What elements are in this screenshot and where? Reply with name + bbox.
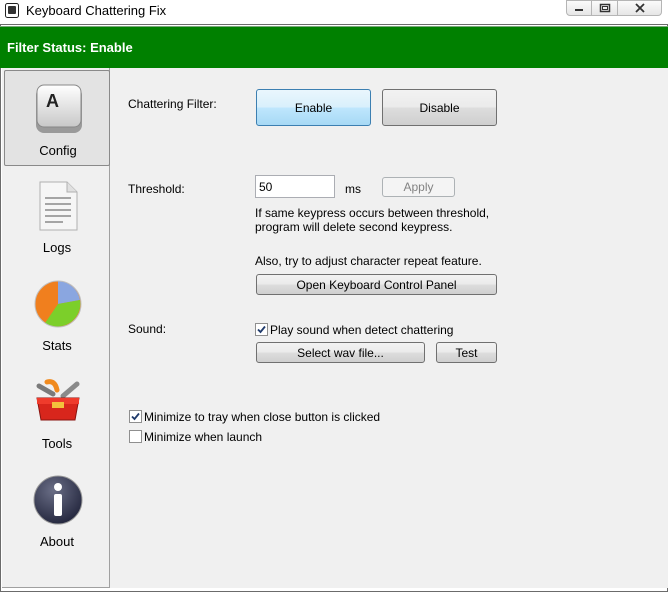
close-button[interactable] [618, 0, 662, 16]
filter-status-text: Filter Status: Enable [7, 40, 133, 55]
minimize-button[interactable] [566, 0, 592, 16]
sidebar-item-config[interactable]: A Config [4, 70, 110, 166]
toolbox-icon [36, 379, 80, 421]
play-sound-checkbox[interactable] [255, 323, 268, 336]
maximize-button[interactable] [592, 0, 618, 16]
minimize-to-tray-label: Minimize to tray when close button is cl… [144, 410, 381, 424]
test-sound-button[interactable]: Test [436, 342, 497, 363]
title-bar: Keyboard Chattering Fix [0, 0, 668, 24]
threshold-label: Threshold: [128, 182, 185, 196]
threshold-help-line-1: If same keypress occurs between threshol… [255, 206, 490, 220]
sidebar: A Config Logs Stats Tools About [2, 68, 110, 588]
play-sound-label: Play sound when detect chattering [270, 323, 454, 337]
svg-text:A: A [46, 91, 59, 111]
apply-button[interactable]: Apply [382, 177, 455, 197]
disable-button[interactable]: Disable [382, 89, 497, 126]
keyboard-app-icon [5, 3, 19, 18]
threshold-unit: ms [345, 182, 361, 196]
window-title: Keyboard Chattering Fix [26, 3, 167, 18]
config-panel: Chattering Filter: Enable Disable Thresh… [110, 68, 668, 588]
threshold-help-line-2: program will delete second keypress. [255, 220, 453, 234]
minimize-icon [575, 9, 583, 11]
sidebar-item-label: About [40, 534, 74, 549]
threshold-input[interactable] [255, 175, 335, 198]
enable-button[interactable]: Enable [256, 89, 371, 126]
sidebar-item-logs[interactable]: Logs [4, 168, 110, 264]
repeat-feature-help: Also, try to adjust character repeat fea… [255, 254, 482, 268]
open-keyboard-control-panel-button[interactable]: Open Keyboard Control Panel [256, 274, 497, 295]
info-icon [33, 475, 83, 525]
minimize-when-launch-checkbox[interactable] [129, 430, 142, 443]
sidebar-item-about[interactable]: About [4, 462, 110, 558]
select-wav-file-button[interactable]: Select wav file... [256, 342, 425, 363]
document-icon [39, 181, 78, 231]
checkmark-icon [257, 325, 266, 334]
maximize-icon [599, 3, 610, 13]
filter-status-bar: Filter Status: Enable [0, 26, 668, 68]
keyboard-key-icon: A [36, 84, 82, 133]
sidebar-item-label: Config [39, 143, 77, 158]
sidebar-item-label: Logs [42, 240, 72, 255]
sidebar-item-tools[interactable]: Tools [4, 364, 110, 460]
sidebar-item-label: Stats [42, 338, 72, 353]
chattering-filter-label: Chattering Filter: [128, 97, 217, 111]
sound-label: Sound: [128, 322, 167, 336]
minimize-when-launch-label: Minimize when launch [144, 430, 263, 444]
sidebar-item-label: Tools [41, 436, 73, 451]
sidebar-item-stats[interactable]: Stats [4, 266, 110, 362]
minimize-to-tray-checkbox[interactable] [129, 410, 142, 423]
pie-chart-icon [34, 280, 82, 328]
close-icon [634, 3, 645, 13]
checkmark-icon [131, 412, 140, 421]
